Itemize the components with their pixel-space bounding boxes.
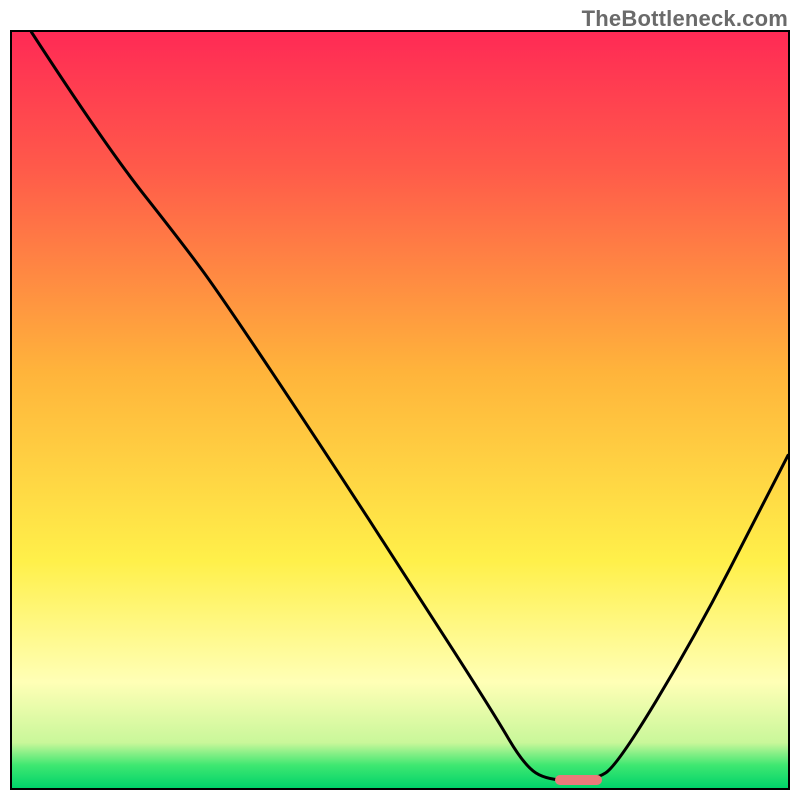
optimum-marker — [555, 775, 602, 785]
curve-layer — [12, 32, 788, 788]
watermark-text: TheBottleneck.com — [582, 6, 788, 32]
chart-frame — [10, 30, 790, 790]
bottleneck-curve — [31, 32, 788, 780]
